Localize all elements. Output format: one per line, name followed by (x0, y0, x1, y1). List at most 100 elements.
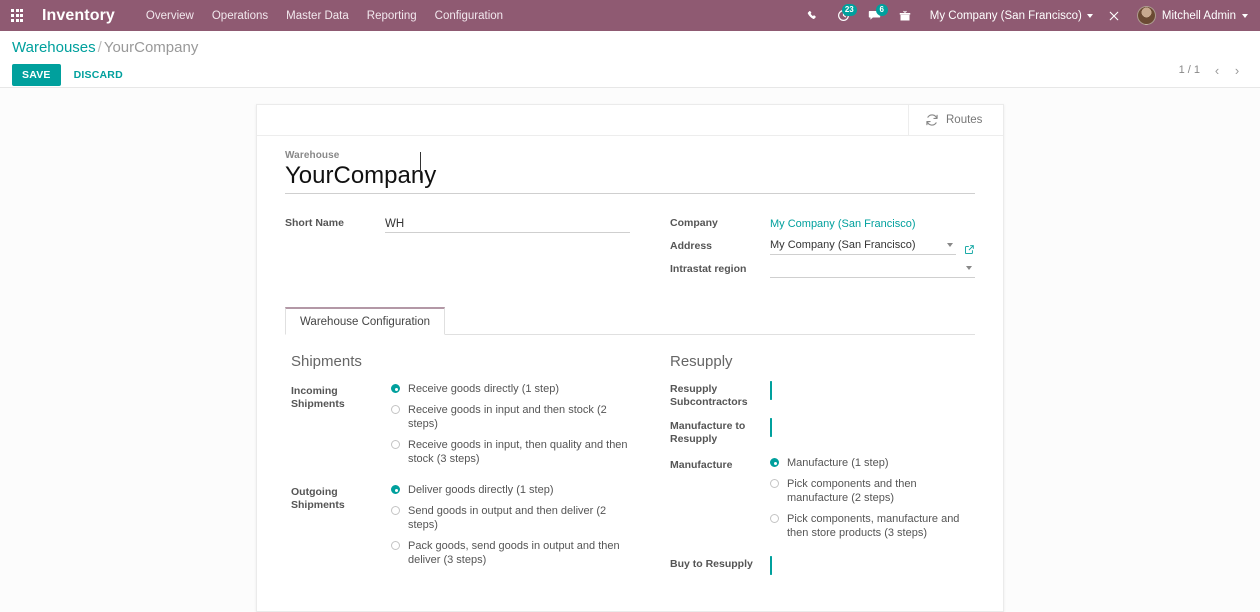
refresh-cycle-icon (926, 114, 938, 126)
outgoing-option-1-step[interactable]: Deliver goods directly (1 step) (391, 483, 630, 497)
incoming-option-3-steps[interactable]: Receive goods in input, then quality and… (391, 438, 630, 466)
save-button[interactable]: SAVE (12, 64, 61, 86)
manufacture-option-3-steps[interactable]: Pick components, manufacture and then st… (770, 512, 969, 540)
manufacture-option-2-steps[interactable]: Pick components and then manufacture (2 … (770, 477, 969, 505)
company-switcher-label: My Company (San Francisco) (929, 9, 1082, 22)
pager-previous-button[interactable]: ‹ (1208, 61, 1226, 79)
short-name-input[interactable] (385, 217, 630, 233)
incoming-option-2-steps-label: Receive goods in input and then stock (2… (408, 404, 607, 430)
outgoing-option-1-step-label: Deliver goods directly (1 step) (408, 484, 554, 496)
menu-item-master-data[interactable]: Master Data (277, 2, 358, 30)
menu-item-reporting[interactable]: Reporting (358, 2, 426, 30)
warehouse-title-group: Warehouse (285, 150, 975, 194)
header-field-columns: Short Name Company My Company (San Franc… (285, 214, 975, 283)
short-name-label: Short Name (285, 217, 344, 229)
messages-chat-icon[interactable]: 6 (859, 0, 890, 31)
pager: 1 / 1 ‹ › (1179, 61, 1246, 79)
smart-button-box: Routes (257, 105, 1003, 136)
chevron-down-icon[interactable] (966, 266, 972, 270)
chevron-down-icon[interactable] (947, 243, 953, 247)
form-view: Routes Warehouse Short Name (0, 88, 1260, 612)
routes-smart-button-label: Routes (946, 114, 983, 126)
gift-box-icon[interactable] (890, 0, 920, 31)
buy-to-resupply-label: Buy to Resupply (670, 558, 753, 570)
close-x-icon[interactable] (1099, 0, 1129, 31)
manufacture-option-1-step[interactable]: Manufacture (1 step) (770, 456, 969, 470)
radio-icon[interactable] (391, 541, 400, 550)
tab-warehouse-configuration[interactable]: Warehouse Configuration (285, 307, 445, 335)
radio-icon[interactable] (770, 458, 779, 467)
incoming-option-1-step-label: Receive goods directly (1 step) (408, 383, 560, 395)
pager-next-button[interactable]: › (1228, 61, 1246, 79)
warehouse-name-label: Warehouse (285, 150, 340, 161)
radio-icon[interactable] (391, 384, 400, 393)
manufacture-to-resupply-checkbox[interactable] (770, 418, 772, 437)
breadcrumb: Warehouses / YourCompany (12, 39, 1248, 57)
resupply-subcontractors-label: Resupply Subcontractors (670, 383, 748, 408)
buy-to-resupply-checkbox[interactable] (770, 556, 772, 575)
chevron-down-icon (1086, 13, 1093, 18)
messages-count-badge: 6 (875, 4, 888, 16)
intrastat-region-label: Intrastat region (670, 263, 747, 275)
company-value-link[interactable]: My Company (San Francisco) (770, 216, 916, 230)
intrastat-region-many2one[interactable] (770, 260, 975, 278)
incoming-shipments-options: Receive goods directly (1 step) Receive … (391, 382, 630, 473)
menu-item-overview[interactable]: Overview (137, 2, 203, 30)
activity-clock-icon[interactable]: 23 (828, 0, 859, 31)
menu-item-configuration[interactable]: Configuration (426, 2, 512, 30)
radio-icon[interactable] (391, 506, 400, 515)
radio-icon[interactable] (391, 405, 400, 414)
manufacture-to-resupply-row: Manufacture to Resupply (670, 418, 969, 446)
chevron-down-icon (1242, 13, 1248, 18)
company-switcher[interactable]: My Company (San Francisco) (920, 10, 1099, 22)
top-navbar: Inventory Overview Operations Master Dat… (0, 0, 1260, 31)
breadcrumb-warehouses[interactable]: Warehouses (12, 39, 96, 56)
phone-icon[interactable] (798, 0, 828, 31)
warehouse-name-input[interactable] (285, 162, 975, 194)
form-sheet: Routes Warehouse Short Name (256, 104, 1004, 612)
sheet-body: Warehouse Short Name Company (257, 136, 1003, 611)
outgoing-option-3-steps[interactable]: Pack goods, send goods in output and the… (391, 539, 630, 567)
buy-to-resupply-row: Buy to Resupply (670, 556, 969, 575)
address-many2one[interactable] (770, 237, 956, 255)
breadcrumb-current: YourCompany (103, 39, 199, 56)
breadcrumb-separator: / (97, 39, 102, 56)
radio-icon[interactable] (770, 479, 779, 488)
app-brand-inventory[interactable]: Inventory (42, 7, 115, 25)
radio-icon[interactable] (391, 485, 400, 494)
incoming-shipments-row: Incoming Shipments Receive goods directl… (291, 382, 630, 477)
discard-button[interactable]: DISCARD (65, 64, 132, 86)
resupply-subcontractors-checkbox[interactable] (770, 381, 772, 400)
incoming-option-1-step[interactable]: Receive goods directly (1 step) (391, 382, 630, 396)
manufacture-label: Manufacture (670, 459, 733, 471)
main-menu: Overview Operations Master Data Reportin… (137, 2, 512, 30)
outgoing-option-2-steps[interactable]: Send goods in output and then deliver (2… (391, 504, 630, 532)
incoming-option-3-steps-label: Receive goods in input, then quality and… (408, 439, 628, 465)
radio-icon[interactable] (770, 514, 779, 523)
activity-count-badge: 23 (841, 4, 857, 16)
user-menu-label: Mitchell Admin (1161, 9, 1236, 22)
routes-smart-button[interactable]: Routes (908, 105, 1003, 135)
short-name-field-row: Short Name (285, 214, 630, 233)
menu-item-operations[interactable]: Operations (203, 2, 277, 30)
outgoing-shipments-row: Outgoing Shipments Deliver goods directl… (291, 483, 630, 578)
manufacture-option-1-step-label: Manufacture (1 step) (787, 457, 889, 469)
outgoing-option-2-steps-label: Send goods in output and then deliver (2… (408, 505, 607, 531)
header-left-column: Short Name (285, 214, 630, 283)
intrastat-region-input[interactable] (770, 260, 966, 276)
avatar (1136, 6, 1156, 25)
outgoing-shipments-label: Outgoing Shipments (291, 486, 345, 511)
address-internal-link-icon[interactable] (964, 244, 975, 255)
control-panel: Warehouses / YourCompany SAVE DISCARD 1 / … (0, 31, 1260, 88)
incoming-shipments-label: Incoming Shipments (291, 385, 345, 410)
manufacture-option-3-steps-label: Pick components, manufacture and then st… (787, 513, 960, 539)
user-menu[interactable]: Mitchell Admin (1129, 6, 1252, 25)
address-input[interactable] (770, 237, 947, 253)
tab-pane-warehouse-configuration: Shipments Incoming Shipments Receive goo… (285, 335, 975, 591)
apps-grid-icon (10, 9, 24, 22)
apps-menu-button[interactable] (0, 0, 34, 31)
incoming-option-2-steps[interactable]: Receive goods in input and then stock (2… (391, 403, 630, 431)
radio-icon[interactable] (391, 440, 400, 449)
company-field-row: Company My Company (San Francisco) (670, 214, 975, 232)
resupply-subcontractors-row: Resupply Subcontractors (670, 381, 969, 409)
